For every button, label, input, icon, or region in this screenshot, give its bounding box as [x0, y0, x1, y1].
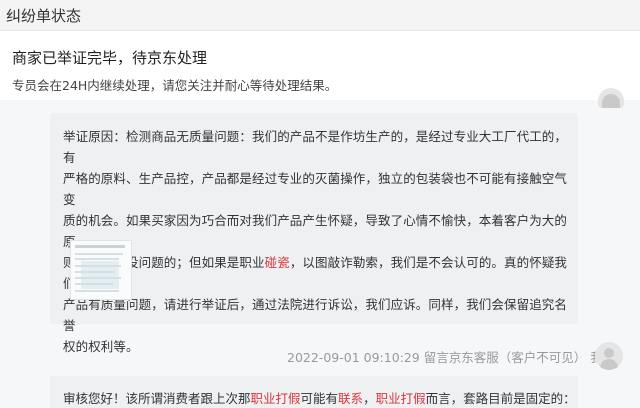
title-bar: 纠纷单状态 [0, 0, 640, 31]
status-heading: 商家已举证完毕，待京东处理 [12, 49, 208, 67]
message-line: 产品有质量问题，请进行举证后，通过法院进行诉讼，我们应诉。同样，我们会保留追究名… [63, 297, 568, 333]
message-line: 严格的原料、生产品控，产品都是经过专业的灭菌操作，独立的包装袋也不可能有接触空气… [63, 171, 568, 207]
highlighted-keyword: 职业打假 [375, 391, 426, 406]
reply-text: 审核您好！该所谓消费者跟上次那职业打假可能有联系，职业打假而言，套路目前是固定的… [63, 391, 576, 406]
message-text: 举证原因：检测商品无质量问题：我们的产品不是作坊生产的，是经过专业大工厂代工的，… [63, 126, 569, 357]
message-meta: 2022-09-01 09:10:29 留言京东客服（客户不可见） 我 [287, 347, 603, 366]
window-title: 纠纷单状态 [6, 7, 82, 25]
status-subtitle: 专员会在24H内继续处理，请您关注并耐心等待处理结果。 [12, 78, 338, 93]
message-sender: 留言京东客服（客户不可见） [423, 350, 587, 365]
avatar-icon [595, 342, 623, 370]
highlighted-keyword: 职业打假 [250, 391, 301, 406]
highlighted-keyword: 联系 [338, 391, 364, 406]
message-line: 则，退款是没问题的；但如果是职业碰瓷，以图敲诈勒索，我们是不会认可的。真的怀疑我… [63, 255, 568, 291]
message-line: 举证原因：检测商品无质量问题：我们的产品不是作坊生产的，是经过专业大工厂代工的，… [63, 129, 568, 165]
highlighted-keyword: 碰瓷 [264, 255, 290, 270]
evidence-image-thumbnail[interactable] [70, 240, 132, 300]
message-line: 质的机会。如果买家因为巧合而对我们产品产生怀疑，导致了心情不愉快，本着客户为大的… [63, 213, 568, 249]
message-timestamp: 2022-09-01 09:10:29 [287, 350, 420, 365]
avatar-icon [598, 88, 624, 108]
